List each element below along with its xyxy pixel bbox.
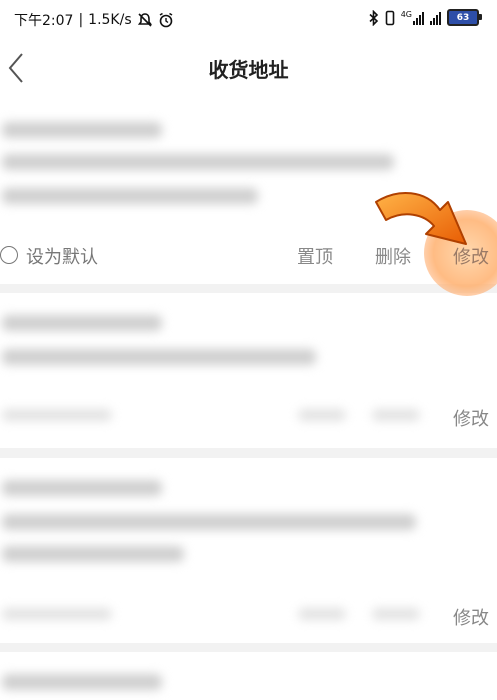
blurred-name-line <box>2 480 162 496</box>
battery-icon: 63 <box>447 9 482 26</box>
edit-button[interactable]: 修改 <box>453 604 489 630</box>
default-radio[interactable] <box>0 246 18 264</box>
status-time: 下午2:07 <box>14 13 74 29</box>
signal-icon <box>430 11 441 25</box>
mute-icon <box>137 13 152 27</box>
blurred-name-line <box>2 674 162 690</box>
address-card[interactable] <box>0 652 497 700</box>
status-right: 4G 63 <box>369 9 482 26</box>
signal-icon: 4G <box>400 9 424 25</box>
battery-level: 63 <box>456 12 470 23</box>
address-card[interactable]: 修改 <box>0 458 497 643</box>
set-default-label[interactable]: 设为默认 <box>26 243 98 269</box>
vibrate-icon <box>385 10 395 25</box>
page-title: 收货地址 <box>208 58 289 82</box>
blurred-actions-line <box>2 409 112 421</box>
network-speed: 1.5K/s <box>88 12 132 28</box>
status-left: 下午2:07 | 1.5K/s <box>14 10 174 30</box>
orange-arrow-icon <box>375 191 467 245</box>
blurred-name-line <box>2 122 162 138</box>
blurred-address-line <box>2 188 258 204</box>
blurred-address-line <box>2 546 184 562</box>
blurred-actions-line <box>372 608 420 620</box>
blurred-actions-line <box>298 608 346 620</box>
bluetooth-icon <box>369 9 378 26</box>
blurred-actions-line <box>372 409 420 421</box>
blurred-actions-line <box>2 608 112 620</box>
title-bar: 收货地址 <box>0 38 497 98</box>
blurred-address-line <box>2 154 394 170</box>
alarm-icon <box>159 12 173 28</box>
pin-top-button[interactable]: 置顶 <box>297 243 333 269</box>
status-separator: | <box>78 12 84 28</box>
blurred-address-line <box>2 349 316 365</box>
address-card[interactable]: 修改 <box>0 293 497 448</box>
edit-button[interactable]: 修改 <box>453 405 489 431</box>
blurred-actions-line <box>298 409 346 421</box>
blurred-address-line <box>2 514 416 530</box>
blurred-name-line <box>2 315 162 331</box>
status-bar: 下午2:07 | 1.5K/s 4G 63 <box>0 0 497 38</box>
network-type: 4G <box>400 9 412 19</box>
